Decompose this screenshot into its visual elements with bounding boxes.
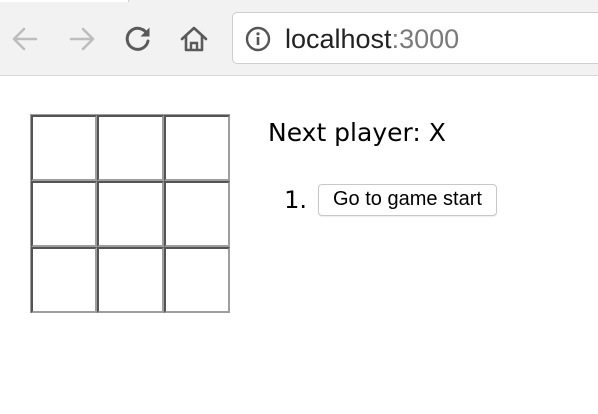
board-square[interactable] (97, 115, 164, 181)
home-icon (180, 26, 208, 52)
home-button[interactable] (177, 22, 211, 56)
url-text[interactable]: localhost:3000 (285, 21, 459, 57)
move-number: 1. (284, 186, 307, 214)
info-icon[interactable] (245, 26, 271, 52)
board-square[interactable] (163, 181, 230, 247)
board-square[interactable] (31, 115, 98, 181)
game-status: Next player: X (268, 118, 446, 147)
board-square[interactable] (163, 247, 230, 313)
address-bar[interactable]: localhost:3000 (232, 12, 598, 64)
game-board (30, 114, 230, 313)
url-host: localhost (285, 24, 392, 54)
back-arrow-icon (12, 27, 38, 51)
board-square[interactable] (31, 181, 98, 247)
forward-button[interactable] (65, 22, 99, 56)
board-square[interactable] (163, 115, 230, 181)
forward-arrow-icon (69, 27, 95, 51)
url-port: :3000 (391, 24, 460, 54)
go-to-game-start-button[interactable]: Go to game start (318, 184, 497, 216)
tab-edge (0, 0, 129, 2)
reload-icon (125, 26, 150, 51)
board-square[interactable] (31, 247, 98, 313)
move-list-item: 1. Go to game start (268, 184, 497, 216)
move-history-list: 1. Go to game start (268, 184, 497, 216)
board-square[interactable] (97, 181, 164, 247)
browser-toolbar: localhost:3000 (0, 0, 598, 76)
back-button[interactable] (8, 22, 42, 56)
reload-button[interactable] (121, 22, 155, 56)
board-square[interactable] (97, 247, 164, 313)
